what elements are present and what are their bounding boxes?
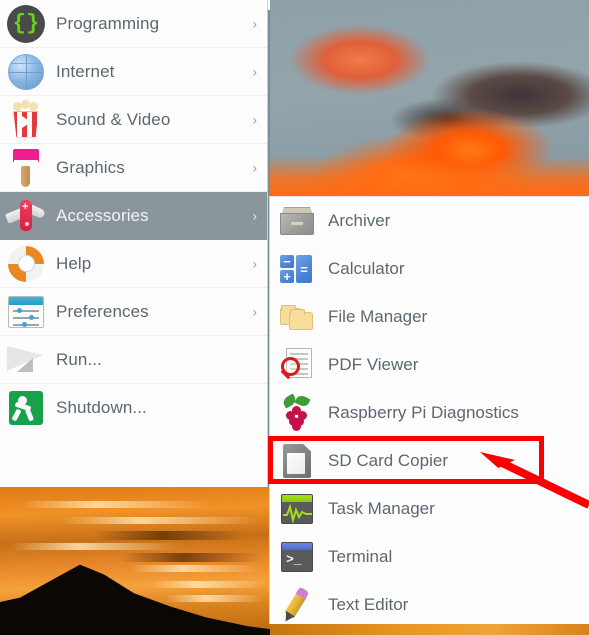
menu-item-accessories[interactable]: + Accessories › (0, 192, 267, 240)
submenu-item-sd-card-copier[interactable]: SD Card Copier (270, 437, 589, 485)
submenu-item-label: Raspberry Pi Diagnostics (328, 403, 519, 422)
menu-item-label: Graphics (56, 157, 125, 177)
archive-drawer-icon (278, 202, 316, 240)
menu-item-sound-and-video[interactable]: Sound & Video › (0, 96, 267, 144)
menu-item-label: Sound & Video (56, 109, 171, 129)
chevron-right-icon: › (252, 208, 257, 223)
menu-item-label: Internet (56, 61, 115, 81)
menu-item-label: Help (56, 253, 92, 273)
mountain-silhouette (0, 564, 270, 635)
sd-card-icon (278, 442, 316, 480)
submenu-item-label: Task Manager (328, 499, 435, 518)
menu-item-label: Programming (56, 13, 160, 33)
code-braces-icon: {} (6, 4, 46, 44)
submenu-item-raspberry-pi-diagnostics[interactable]: Raspberry Pi Diagnostics (270, 389, 589, 437)
calculator-icon: − + = (278, 250, 316, 288)
submenu-item-task-manager[interactable]: Task Manager (270, 485, 589, 533)
chevron-right-icon: › (252, 304, 257, 319)
main-menu-panel[interactable]: {} Programming › Internet › Sound & Vide… (0, 0, 268, 487)
menu-item-label: Shutdown... (56, 398, 147, 417)
chevron-right-icon: › (252, 16, 257, 31)
menu-item-help[interactable]: Help › (0, 240, 267, 288)
submenu-item-label: Text Editor (328, 595, 409, 614)
menu-item-preferences[interactable]: Preferences › (0, 288, 267, 336)
paintbrush-icon (6, 148, 46, 188)
submenu-item-terminal[interactable]: >_ Terminal (270, 533, 589, 581)
chevron-right-icon: › (252, 160, 257, 175)
menu-item-programming[interactable]: {} Programming › (0, 0, 267, 48)
paper-plane-icon (6, 340, 46, 380)
submenu-item-label: Terminal (328, 547, 393, 566)
folder-icon (278, 298, 316, 336)
submenu-item-label: Calculator (328, 259, 405, 278)
submenu-item-label: Archiver (328, 211, 391, 230)
submenu-item-pdf-viewer[interactable]: PDF Viewer (270, 341, 589, 389)
wallpaper-clouds-region (270, 0, 589, 196)
menu-item-label: Accessories (56, 205, 149, 225)
pencil-icon (278, 586, 316, 624)
chevron-right-icon: › (252, 256, 257, 271)
pdf-magnifier-icon (278, 346, 316, 384)
chevron-right-icon: › (252, 112, 257, 127)
menu-item-shutdown[interactable]: Shutdown... (0, 384, 267, 432)
menu-item-run[interactable]: Run... (0, 336, 267, 384)
submenu-item-label: PDF Viewer (328, 355, 419, 374)
popcorn-icon (6, 99, 46, 140)
sliders-icon (6, 292, 46, 332)
chevron-right-icon: › (252, 64, 257, 79)
submenu-item-calculator[interactable]: − + = Calculator (270, 245, 589, 293)
lifebuoy-icon (6, 244, 46, 284)
exit-sign-icon (6, 388, 46, 428)
accessories-submenu-panel[interactable]: Archiver − + = Calculator File Manager P… (269, 196, 589, 624)
swiss-army-knife-icon: + (4, 196, 46, 236)
task-monitor-icon (278, 490, 316, 528)
terminal-icon: >_ (278, 538, 316, 576)
menu-item-label: Run... (56, 349, 102, 369)
submenu-item-text-editor[interactable]: Text Editor (270, 581, 589, 629)
submenu-item-label: File Manager (328, 307, 428, 326)
submenu-item-file-manager[interactable]: File Manager (270, 293, 589, 341)
menu-item-label: Preferences (56, 301, 149, 321)
submenu-item-label: SD Card Copier (328, 451, 448, 470)
menu-item-internet[interactable]: Internet › (0, 48, 267, 96)
wallpaper-sunset-region (0, 487, 270, 635)
globe-icon (6, 52, 46, 92)
submenu-item-archiver[interactable]: Archiver (270, 197, 589, 245)
menu-item-graphics[interactable]: Graphics › (0, 144, 267, 192)
raspberry-pi-icon (278, 393, 316, 432)
